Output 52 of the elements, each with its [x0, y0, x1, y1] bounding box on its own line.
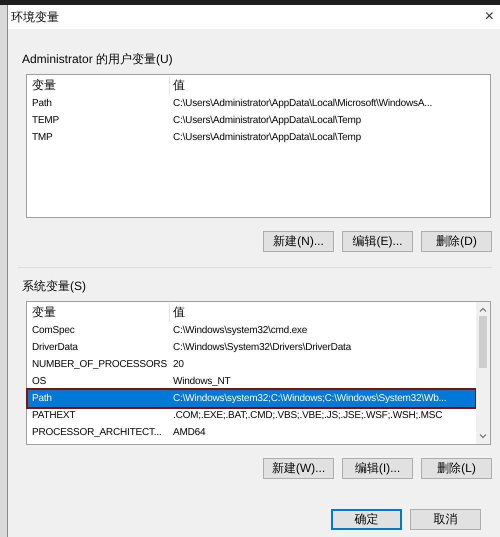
- variable-name: OS: [31, 376, 48, 387]
- variable-name: PROCESSOR_ARCHITECT...: [31, 427, 163, 438]
- variables-list[interactable]: 变量 值 Path C:\Users\Administrator\AppData\Local\Microsoft\WindowsA... TEMP C:\Users\Administrator\AppData\Local\Temp TMP C:\Users\Administrator\AppData\Local\Temp: [26, 74, 491, 218]
- column-header[interactable]: 值: [170, 77, 185, 94]
- ok-button[interactable]: 确定: [331, 509, 402, 530]
- variable-name: PATHEXT: [31, 410, 76, 421]
- variable-name: ComSpec: [31, 325, 76, 336]
- variable-name: TMP: [31, 132, 54, 143]
- scrollbar-thumb[interactable]: [479, 316, 487, 368]
- variable-name: Path: [31, 393, 53, 404]
- action-button[interactable]: 编辑(I)...: [342, 458, 413, 479]
- variable-value: C:\Windows\system32\cmd.exe: [172, 325, 308, 336]
- variable-name: NUMBER_OF_PROCESSORS: [31, 359, 168, 370]
- action-button[interactable]: 编辑(E)...: [342, 231, 413, 252]
- variable-name: DriverData: [31, 342, 79, 353]
- list-row[interactable]: PATHEXT .COM;.EXE;.BAT;.CMD;.VBS;.VBE;.JS;.JSE;.WSF;.WSH;.MSC: [28, 407, 475, 424]
- column-header[interactable]: 变量: [28, 303, 170, 322]
- window-title: 环境变量: [11, 8, 59, 26]
- scroll-down-icon[interactable]: [479, 434, 487, 439]
- action-button[interactable]: 删除(L): [421, 458, 492, 479]
- scroll-up-icon[interactable]: [479, 307, 487, 312]
- variable-name: TEMP: [31, 115, 60, 126]
- variable-name: Path: [31, 98, 53, 109]
- close-button[interactable]: ×: [484, 8, 494, 26]
- list-row[interactable]: TEMP C:\Users\Administrator\AppData\Local\Temp: [28, 112, 489, 129]
- action-button[interactable]: 删除(D): [421, 231, 492, 252]
- group-title: Administrator 的用户变量(U): [22, 51, 174, 68]
- list-row[interactable]: TMP C:\Users\Administrator\AppData\Local\Temp: [28, 129, 489, 146]
- group-title: 系统变量(S): [22, 278, 87, 295]
- column-header[interactable]: 值: [170, 304, 185, 321]
- variable-value: C:\Users\Administrator\AppData\Local\Temp: [172, 132, 361, 143]
- list-row[interactable]: DriverData C:\Windows\System32\Drivers\DriverData: [28, 339, 475, 356]
- variable-value: .COM;.EXE;.BAT;.CMD;.VBS;.VBE;.JS;.JSE;.WSF;.WSH;.MSC: [172, 410, 442, 421]
- scrollbar[interactable]: [476, 302, 490, 444]
- variable-value: C:\Users\Administrator\AppData\Local\Microsoft\WindowsA...: [172, 98, 432, 109]
- variable-value: C:\Windows\system32;C:\Windows;C:\Windows\System32\Wb...: [172, 393, 446, 404]
- list-row[interactable]: Path C:\Windows\system32;C:\Windows;C:\Windows\System32\Wb...: [28, 390, 475, 407]
- action-button[interactable]: 新建(W)...: [263, 458, 334, 479]
- column-header[interactable]: 变量: [28, 76, 170, 95]
- list-row[interactable]: PROCESSOR_ARCHITECT... AMD64: [28, 424, 475, 441]
- list-row[interactable]: NUMBER_OF_PROCESSORS 20: [28, 356, 475, 373]
- variables-list[interactable]: [26, 301, 491, 445]
- variable-value: C:\Users\Administrator\AppData\Local\Temp: [172, 115, 361, 126]
- variable-value: AMD64: [172, 427, 206, 438]
- list-row[interactable]: Path C:\Users\Administrator\AppData\Local\Microsoft\WindowsA...: [28, 95, 489, 112]
- variable-value: Windows_NT: [172, 376, 230, 387]
- list-row[interactable]: ComSpec C:\Windows\system32\cmd.exe: [28, 322, 475, 339]
- action-button[interactable]: 新建(N)...: [263, 231, 334, 252]
- list-row[interactable]: OS Windows_NT: [28, 373, 475, 390]
- variable-value: C:\Windows\System32\Drivers\DriverData: [172, 342, 351, 353]
- cancel-button[interactable]: 取消: [410, 509, 481, 530]
- variable-value: 20: [172, 359, 184, 370]
